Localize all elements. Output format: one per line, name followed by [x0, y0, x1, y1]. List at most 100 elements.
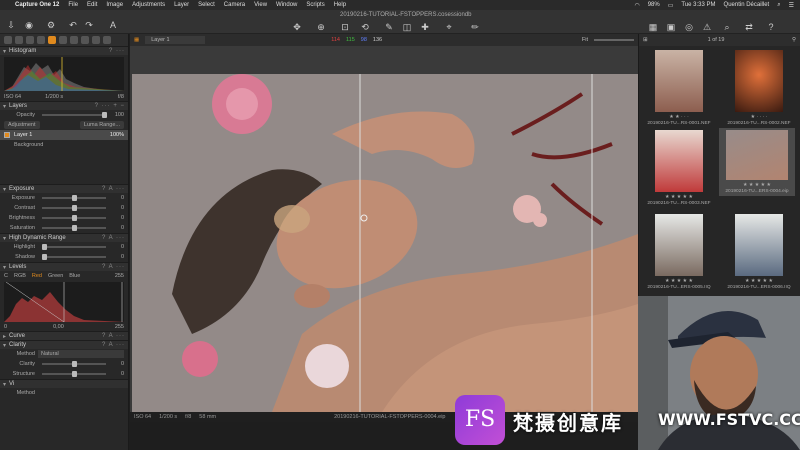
- zoom-fit[interactable]: Fit: [582, 37, 588, 43]
- menu-list-icon[interactable]: ☰: [789, 2, 794, 9]
- layer-item[interactable]: Background: [0, 140, 128, 150]
- camera-icon[interactable]: ◉: [24, 20, 34, 30]
- clarity-header[interactable]: ▾ Clarity ? A ···: [0, 340, 128, 349]
- method-select[interactable]: Natural: [38, 350, 124, 358]
- shadow-slider[interactable]: [42, 254, 106, 260]
- redo-icon[interactable]: ↷: [84, 20, 94, 30]
- highlight-slider[interactable]: [42, 244, 106, 250]
- crop-tool-icon[interactable]: ⊡: [340, 22, 350, 32]
- heal-tool-icon[interactable]: ✚: [420, 22, 430, 32]
- slider-value[interactable]: 0: [110, 361, 124, 367]
- thumbnail[interactable]: ★ ★ ★ ★ ★ 20190216-TU...ERS-0006.IIQ: [721, 214, 797, 290]
- compare-icon[interactable]: ⇄: [744, 22, 754, 32]
- menu-select[interactable]: Select: [198, 2, 215, 8]
- star-rating[interactable]: ★ ★ · · ·: [641, 114, 717, 120]
- panel-actions[interactable]: ? A ···: [102, 333, 125, 339]
- undo-icon[interactable]: ↶: [68, 20, 78, 30]
- exposure-header[interactable]: ▾ Exposure ? A ···: [0, 184, 128, 193]
- import-icon[interactable]: ⇩: [6, 20, 16, 30]
- adjust-tab-icon[interactable]: [70, 36, 78, 44]
- meta-tab-icon[interactable]: [81, 36, 89, 44]
- details-tab-icon[interactable]: [59, 36, 67, 44]
- levels-white[interactable]: 255: [115, 324, 124, 330]
- picker-tool-icon[interactable]: ⌖: [444, 22, 454, 32]
- panel-actions[interactable]: ? A ···: [102, 342, 125, 348]
- structure-slider[interactable]: [42, 371, 106, 377]
- levels-mid[interactable]: 0,00: [53, 324, 64, 330]
- zoom-tool-icon[interactable]: ⊕: [316, 22, 326, 32]
- recipe-icon[interactable]: ⚙: [46, 20, 56, 30]
- filter-icon[interactable]: ⚲: [792, 37, 796, 43]
- levels-graph[interactable]: [4, 281, 125, 323]
- exposure-warning-icon[interactable]: ⚠: [702, 22, 712, 32]
- levels-top-value[interactable]: 255: [115, 273, 124, 279]
- library-tab-icon[interactable]: [4, 36, 12, 44]
- eraser-icon[interactable]: ◫: [402, 22, 412, 32]
- exposure-tab-icon[interactable]: [48, 36, 56, 44]
- pan-tool-icon[interactable]: ✥: [292, 22, 302, 32]
- browser-menu-icon[interactable]: ⊞: [643, 37, 648, 43]
- thumbnail[interactable]: ★ ★ ★ ★ ★ 20190216-TU...ERS-0005.IIQ: [641, 214, 717, 290]
- thumbnail[interactable]: ★ · · · · 20190216-TU...RS-0002.NEF: [721, 50, 797, 126]
- adjustment-button[interactable]: Adjustment: [4, 121, 40, 129]
- panel-actions[interactable]: ? ··· + −: [95, 103, 125, 109]
- thumbnail-selected[interactable]: ★ ★ ★ ★ ★ 20190216-TU...ERS-0004.eip: [719, 128, 795, 196]
- brightness-slider[interactable]: [42, 215, 106, 221]
- wifi-icon[interactable]: ◠: [634, 2, 639, 9]
- slider-value[interactable]: 0: [110, 225, 124, 231]
- histogram-header[interactable]: ▾ Histogram ? ···: [0, 46, 128, 55]
- star-rating[interactable]: ★ ★ ★ ★ ★: [641, 194, 717, 200]
- thumbnail[interactable]: ★ ★ · · · 20190216-TU...RS-0001.NEF: [641, 50, 717, 126]
- luma-range-button[interactable]: Luma Range...: [79, 121, 124, 129]
- menu-layer[interactable]: Layer: [174, 2, 189, 8]
- checkbox-icon[interactable]: [4, 132, 10, 138]
- star-rating[interactable]: ★ ★ ★ ★ ★: [721, 278, 797, 284]
- menu-edit[interactable]: Edit: [87, 2, 97, 8]
- lens-tab-icon[interactable]: [26, 36, 34, 44]
- layer-item[interactable]: Layer 1 100%: [0, 130, 128, 140]
- star-rating[interactable]: ★ · · · ·: [721, 114, 797, 120]
- clarity-slider[interactable]: [42, 361, 106, 367]
- menu-help[interactable]: Help: [334, 2, 346, 8]
- channel-blue[interactable]: Blue: [69, 273, 80, 279]
- menu-adjustments[interactable]: Adjustments: [132, 2, 165, 8]
- menu-camera[interactable]: Camera: [224, 2, 245, 8]
- output-tab-icon[interactable]: [92, 36, 100, 44]
- help-icon[interactable]: ?: [766, 22, 776, 32]
- panel-actions[interactable]: ? ···: [109, 48, 125, 54]
- slider-value[interactable]: 0: [110, 195, 124, 201]
- channel-red[interactable]: Red: [32, 273, 42, 279]
- layers-header[interactable]: ▾ Layers ? ··· + −: [0, 101, 128, 110]
- loupe-icon[interactable]: ⌕: [722, 22, 732, 32]
- mask-brush-icon[interactable]: ✎: [384, 22, 394, 32]
- search-icon[interactable]: ⌕: [777, 2, 780, 9]
- color-tab-icon[interactable]: [37, 36, 45, 44]
- slider-value[interactable]: 0: [110, 254, 124, 260]
- viewer-icon[interactable]: ▣: [666, 22, 676, 32]
- contrast-slider[interactable]: [42, 205, 106, 211]
- channel-c[interactable]: C: [4, 273, 8, 279]
- vignetting-header[interactable]: ▾ Vi: [0, 379, 128, 388]
- panel-actions[interactable]: ? A ···: [102, 186, 125, 192]
- slider-value[interactable]: 0: [110, 215, 124, 221]
- exposure-slider[interactable]: [42, 195, 106, 201]
- batch-tab-icon[interactable]: [103, 36, 111, 44]
- slider-value[interactable]: 0: [110, 205, 124, 211]
- annotate-icon[interactable]: ✏: [470, 22, 480, 32]
- proof-icon[interactable]: ◎: [684, 22, 694, 32]
- user-name[interactable]: Quentin Décaillet: [724, 2, 770, 8]
- capture-tab-icon[interactable]: [15, 36, 23, 44]
- panel-actions[interactable]: ? A ···: [102, 235, 125, 241]
- main-photo[interactable]: [132, 74, 638, 412]
- levels-header[interactable]: ▾ Levels ? A ···: [0, 262, 128, 271]
- clock[interactable]: Tue 3:33 PM: [681, 2, 715, 8]
- channel-rgb[interactable]: RGB: [14, 273, 26, 279]
- hdr-header[interactable]: ▾ High Dynamic Range ? A ···: [0, 233, 128, 242]
- menu-window[interactable]: Window: [276, 2, 297, 8]
- thumbnail[interactable]: ★ ★ ★ ★ ★ 20190216-TU...RS-0003.NEF: [641, 130, 717, 206]
- menu-image[interactable]: Image: [106, 2, 123, 8]
- app-name-menu[interactable]: Capture One 12: [15, 2, 59, 8]
- opacity-slider[interactable]: [42, 112, 108, 118]
- menu-file[interactable]: File: [68, 2, 78, 8]
- rotate-tool-icon[interactable]: ⟲: [360, 22, 370, 32]
